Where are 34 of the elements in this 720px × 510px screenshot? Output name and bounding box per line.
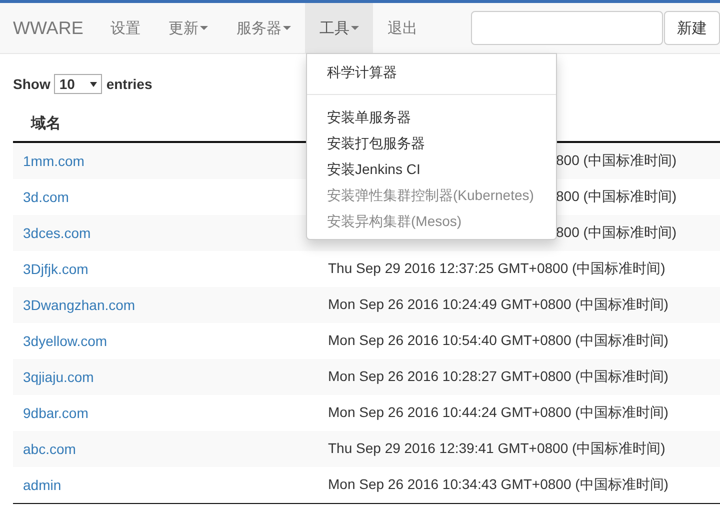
nav-item[interactable]: 退出 (373, 3, 432, 53)
search-field[interactable] (471, 11, 663, 45)
menu-item[interactable]: 安装单服务器 (307, 104, 556, 130)
domain-link[interactable]: abc.com (13, 441, 318, 457)
domain-link[interactable]: 3Dwangzhan.com (13, 297, 318, 313)
table-cell: Mon Sep 26 2016 10:54:40 GMT+0800 (中国标准时间) (328, 332, 668, 350)
nav-item[interactable]: 设置 (96, 3, 154, 53)
menu-item[interactable]: 科学计算器 (307, 59, 556, 85)
domain-link[interactable]: 3Djfjk.com (13, 261, 318, 277)
nav-item[interactable]: 更新 (154, 3, 222, 53)
table-cell: Mon Sep 26 2016 10:28:27 GMT+0800 (中国标准时间) (328, 368, 668, 386)
domain-link[interactable]: 3qjiaju.com (13, 369, 318, 385)
new-button[interactable]: 新建 (664, 11, 720, 45)
domain-link[interactable]: admin (13, 477, 318, 493)
entries-select[interactable]: 10 (54, 74, 102, 94)
show-label: Show (13, 76, 50, 92)
nav-item[interactable]: 工具 (305, 3, 374, 53)
table-cell: 800 (中国标准时间) (556, 188, 677, 206)
menu-item[interactable]: 安装打包服务器 (307, 130, 556, 156)
table-cell: 800 (中国标准时间) (556, 224, 677, 242)
table-cell: 800 (中国标准时间) (556, 152, 677, 170)
entries-label: entries (106, 76, 152, 92)
table-cell: Thu Sep 29 2016 12:37:25 GMT+0800 (中国标准时间) (328, 260, 666, 278)
domain-link[interactable]: 9dbar.com (13, 405, 318, 421)
table-cell: Mon Sep 26 2016 10:24:49 GMT+0800 (中国标准时间) (328, 296, 668, 314)
column-header[interactable]: 域名 (13, 114, 305, 133)
table-cell: Mon Sep 26 2016 10:44:24 GMT+0800 (中国标准时间) (328, 404, 668, 422)
table-cell: Mon Sep 26 2016 10:34:43 GMT+0800 (中国标准时间) (328, 476, 668, 494)
table-cell: Thu Sep 29 2016 12:39:41 GMT+0800 (中国标准时间) (328, 440, 666, 458)
menu-item[interactable]: 安装Jenkins CI (307, 156, 556, 182)
caret-icon (90, 82, 98, 86)
brand[interactable]: WWARE (13, 3, 84, 53)
domain-link[interactable]: 3dyellow.com (13, 333, 318, 349)
nav-item[interactable]: 服务器 (222, 3, 306, 53)
